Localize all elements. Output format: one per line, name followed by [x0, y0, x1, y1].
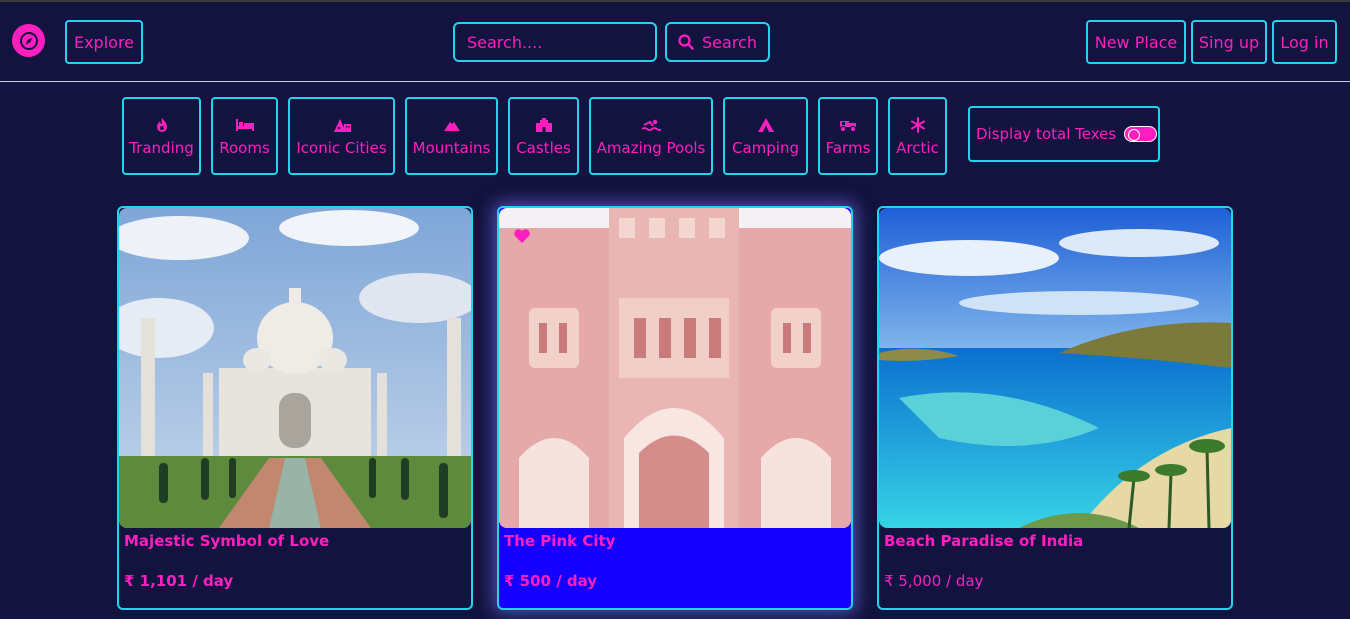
login-link[interactable]: Log in: [1272, 20, 1337, 64]
filter-amazing-pools[interactable]: Amazing Pools: [589, 97, 713, 175]
snowflake-icon: [910, 115, 926, 135]
listing-price: ₹ 500 / day: [504, 572, 598, 590]
filter-farms[interactable]: Farms: [818, 97, 878, 175]
filter-camping[interactable]: Camping: [723, 97, 808, 175]
listing-card[interactable]: Beach Paradise of India ₹ 5,000 / day: [877, 206, 1233, 610]
castle-icon: [535, 115, 553, 135]
listing-price: ₹ 1,101 / day: [124, 572, 234, 590]
filter-trending[interactable]: Tranding: [122, 97, 201, 175]
filter-mountains[interactable]: Mountains: [405, 97, 498, 175]
listing-image[interactable]: [499, 208, 851, 528]
tax-toggle-label: Display total Texes: [976, 125, 1117, 143]
category-filters: Tranding Rooms Iconic Cities Mountains C…: [0, 97, 1350, 175]
swimmer-icon: [641, 115, 661, 135]
filter-label: Iconic Cities: [296, 139, 387, 157]
filter-label: Farms: [825, 139, 871, 157]
mountain-icon: [443, 115, 461, 135]
tax-toggle-switch[interactable]: [1124, 126, 1158, 142]
search-button[interactable]: Search: [665, 22, 770, 62]
tent-icon: [757, 115, 775, 135]
search-input[interactable]: Search....: [453, 22, 657, 62]
search-icon: [678, 34, 694, 50]
filter-castles[interactable]: Castles: [508, 97, 579, 175]
filter-label: Rooms: [219, 139, 270, 157]
filter-arctic[interactable]: Arctic: [888, 97, 947, 175]
listing-card[interactable]: The Pink City ₹ 500 / day: [497, 206, 853, 610]
fire-icon: [155, 115, 169, 135]
explore-link[interactable]: Explore: [65, 20, 143, 64]
filter-rooms[interactable]: Rooms: [211, 97, 278, 175]
listing-title: Majestic Symbol of Love: [124, 532, 330, 550]
filter-label: Arctic: [896, 139, 939, 157]
filter-label: Camping: [732, 139, 799, 157]
navbar: Explore Search.... Search New Place Sing…: [0, 2, 1350, 82]
new-place-link[interactable]: New Place: [1086, 20, 1186, 64]
filter-label: Castles: [516, 139, 571, 157]
listing-price: ₹ 5,000 / day: [884, 572, 984, 590]
listing-image[interactable]: [119, 208, 471, 528]
filter-label: Tranding: [129, 139, 194, 157]
listing-title: Beach Paradise of India: [884, 532, 1084, 550]
city-icon: [332, 115, 352, 135]
filter-iconic-cities[interactable]: Iconic Cities: [288, 97, 395, 175]
bed-icon: [235, 115, 255, 135]
listing-image[interactable]: [879, 208, 1231, 528]
tax-toggle-container: Display total Texes: [968, 106, 1160, 162]
tractor-icon: [838, 115, 858, 135]
heart-icon[interactable]: [513, 228, 531, 244]
compass-icon[interactable]: [12, 24, 45, 57]
search-button-label: Search: [702, 32, 757, 52]
signup-link[interactable]: Sing up: [1191, 20, 1267, 64]
listing-card[interactable]: Majestic Symbol of Love ₹ 1,101 / day: [117, 206, 473, 610]
filter-label: Amazing Pools: [596, 139, 706, 157]
listing-title: The Pink City: [504, 532, 616, 550]
filter-label: Mountains: [412, 139, 491, 157]
